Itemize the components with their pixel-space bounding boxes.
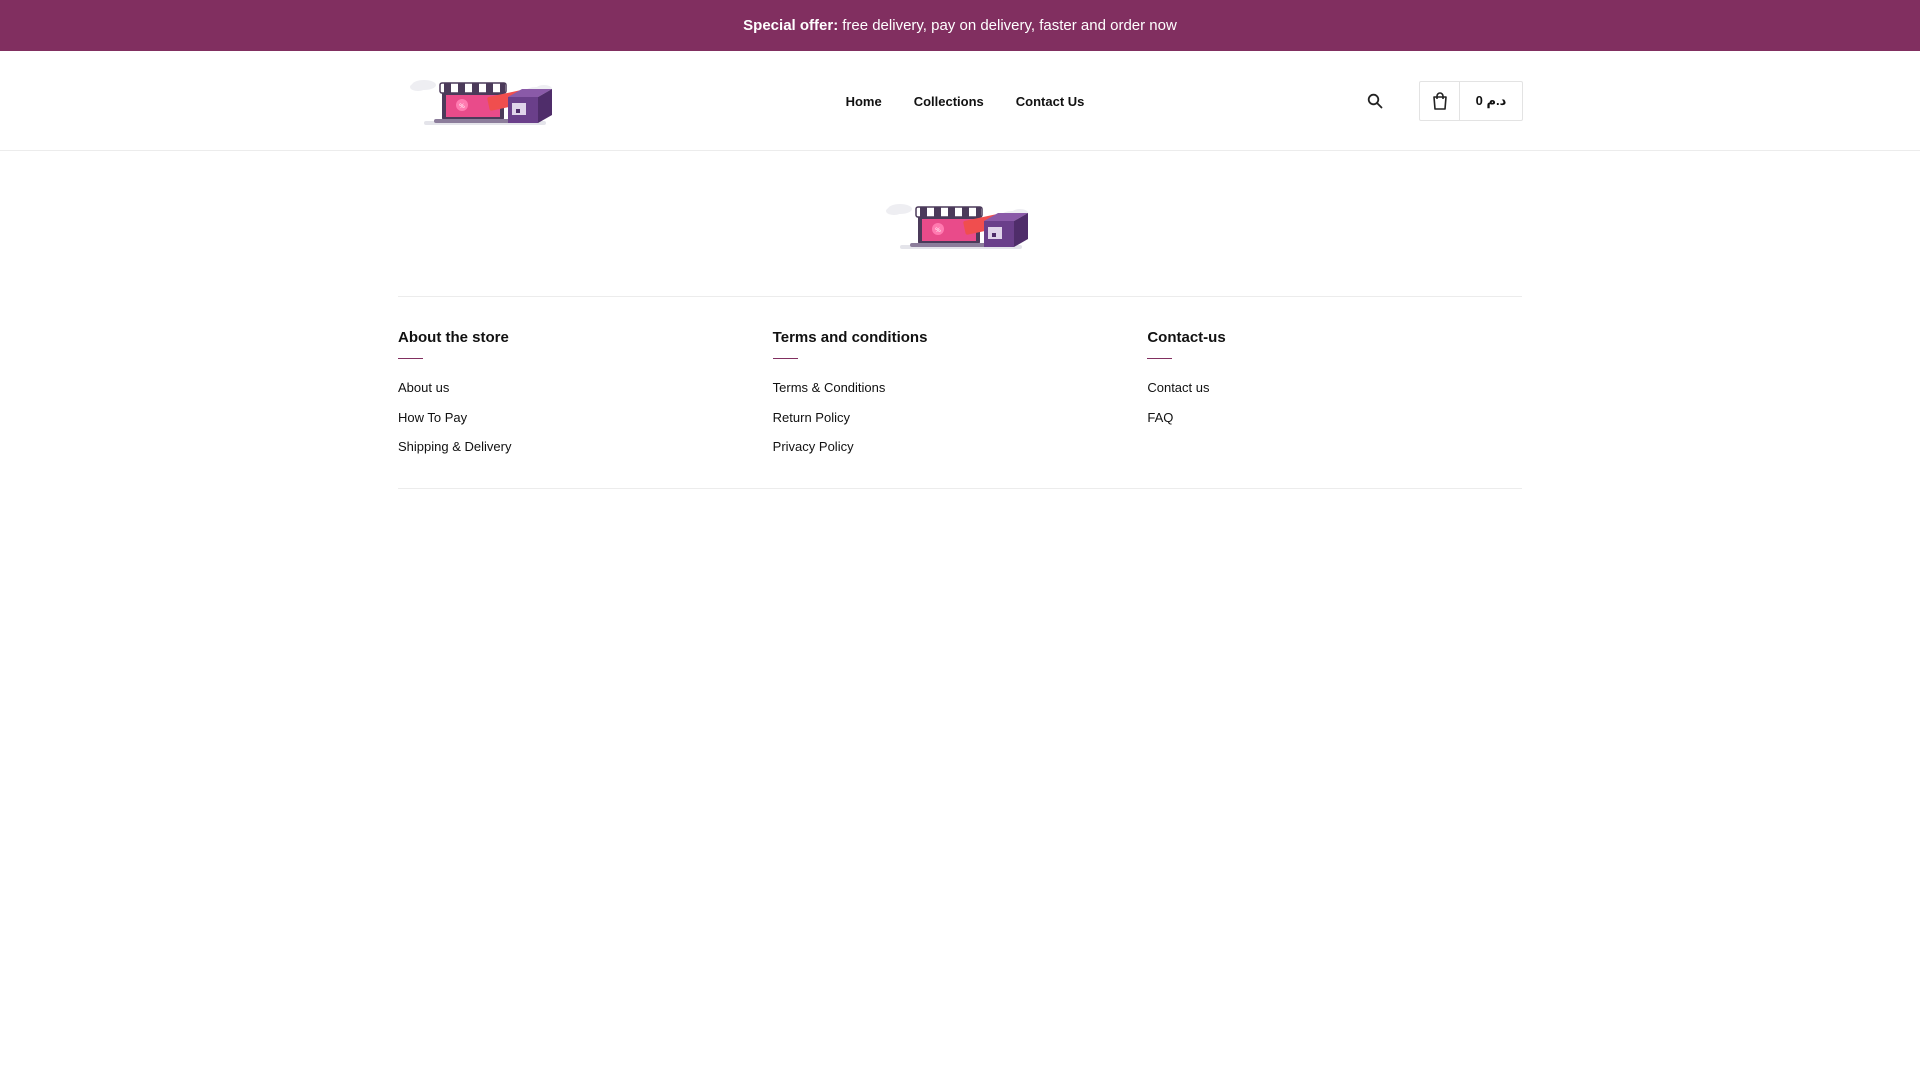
footer-link-terms[interactable]: Terms & Conditions — [773, 380, 886, 395]
footer-link-shipping[interactable]: Shipping & Delivery — [398, 439, 511, 454]
footer-logo-row — [398, 151, 1522, 297]
footer-col-about: About the store About us How To Pay Ship… — [398, 329, 773, 488]
footer-link-privacy-policy[interactable]: Privacy Policy — [773, 439, 854, 454]
footer-link-faq[interactable]: FAQ — [1147, 410, 1173, 425]
footer-col-contact: Contact-us Contact us FAQ — [1147, 329, 1522, 488]
footer-col-title: About the store — [398, 329, 509, 346]
cart-total: 0 د.م — [1475, 93, 1507, 108]
store-logo-icon[interactable] — [404, 71, 564, 131]
title-underline — [772, 358, 798, 359]
footer-link-how-to-pay[interactable]: How To Pay — [398, 410, 467, 425]
title-underline — [1147, 358, 1173, 359]
footer-col-title: Terms and conditions — [772, 329, 928, 346]
footer-store-logo-icon — [880, 195, 1040, 255]
search-icon[interactable] — [1365, 91, 1385, 111]
title-underline — [398, 358, 423, 359]
footer-link-contact-us[interactable]: Contact us — [1147, 380, 1209, 395]
announcement-bar: Special offer: free delivery, pay on del… — [0, 0, 1920, 51]
cart-button[interactable]: 0 د.م — [1419, 81, 1523, 121]
footer-link-return-policy[interactable]: Return Policy — [773, 410, 850, 425]
footer-col-terms: Terms and conditions Terms & Conditions … — [772, 329, 1148, 488]
footer-columns: About the store About us How To Pay Ship… — [398, 297, 1522, 489]
bag-icon — [1420, 82, 1460, 120]
footer-col-title: Contact-us — [1147, 329, 1226, 346]
site-header: Home Collections Contact Us 0 د.م — [0, 51, 1920, 151]
announcement-text: free delivery, pay on delivery, faster a… — [842, 17, 1177, 34]
announcement-bold: Special offer: — [743, 17, 839, 34]
footer-link-about-us[interactable]: About us — [398, 380, 449, 395]
